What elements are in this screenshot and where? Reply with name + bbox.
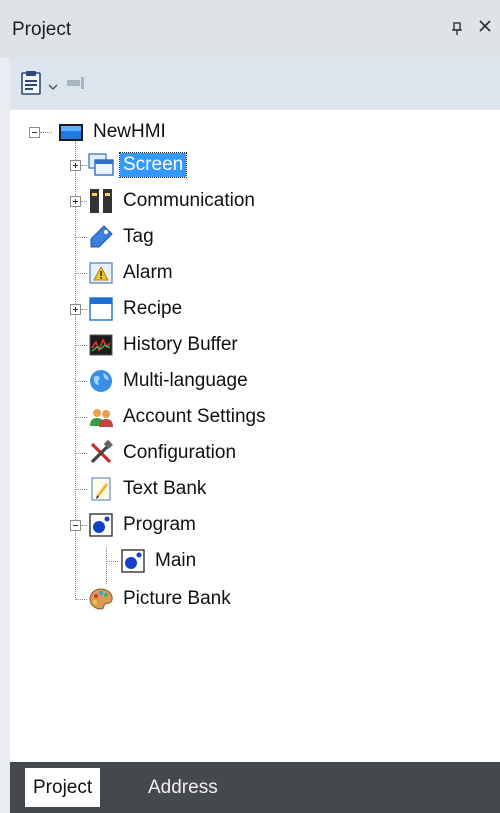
- tree-item-label: Configuration: [123, 442, 237, 463]
- screen-expander[interactable]: [70, 160, 81, 171]
- recipe-expander[interactable]: [70, 304, 81, 315]
- tree-item-label: Communication: [123, 190, 255, 211]
- tree-item-label: Alarm: [123, 262, 173, 283]
- tab-address[interactable]: Address: [140, 768, 226, 807]
- tree-item-communication[interactable]: Communication: [88, 186, 258, 216]
- screen-icon: [88, 152, 114, 178]
- globe-icon: [88, 368, 114, 394]
- tree-item-label: Program: [123, 514, 196, 535]
- tree-item-main[interactable]: Main: [120, 546, 199, 576]
- dropdown-arrow-icon[interactable]: [48, 78, 58, 96]
- tree-item-text-bank[interactable]: Text Bank: [88, 474, 209, 504]
- recipe-icon: [88, 296, 114, 322]
- close-icon[interactable]: [478, 16, 492, 39]
- history-buffer-icon: [88, 332, 114, 358]
- project-toolbar: [10, 58, 500, 110]
- tree-item-label: Account Settings: [123, 406, 266, 427]
- tree-item-label: Tag: [123, 226, 154, 247]
- pin-icon[interactable]: [451, 22, 463, 39]
- bottom-tab-bar: Project Address: [10, 762, 500, 813]
- users-icon: [88, 404, 114, 430]
- communication-expander[interactable]: [70, 196, 81, 207]
- program-icon: [120, 548, 146, 574]
- palette-icon: [88, 586, 114, 612]
- tree-item-multi-language[interactable]: Multi-language: [88, 366, 251, 396]
- tree-item-program[interactable]: Program: [88, 510, 199, 540]
- tree-item-label: Multi-language: [123, 370, 248, 391]
- tree-item-account-settings[interactable]: Account Settings: [88, 402, 269, 432]
- program-icon: [88, 512, 114, 538]
- tree-item-alarm[interactable]: Alarm: [88, 258, 176, 288]
- alarm-icon: [88, 260, 114, 286]
- project-tree: NewHMI Screen Communication Tag Alarm Re…: [10, 110, 500, 762]
- tree-item-recipe[interactable]: Recipe: [88, 294, 185, 324]
- root-expander[interactable]: [29, 127, 40, 138]
- tools-icon: [88, 439, 114, 466]
- panel-title: Project: [12, 19, 72, 40]
- program-branch-line: [106, 547, 107, 584]
- tree-item-configuration[interactable]: Configuration: [88, 438, 239, 468]
- panel-titlebar: Project: [0, 0, 500, 58]
- tree-item-label: Recipe: [123, 298, 183, 319]
- tree-item-picture-bank[interactable]: Picture Bank: [88, 584, 234, 614]
- tree-item-screen[interactable]: Screen: [88, 150, 188, 180]
- tree-item-label: Text Bank: [123, 478, 207, 499]
- tree-item-label: History Buffer: [123, 334, 238, 355]
- project-tree-panel: NewHMI Screen Communication Tag Alarm Re…: [10, 110, 500, 762]
- tab-project[interactable]: Project: [25, 768, 101, 807]
- program-expander[interactable]: [70, 520, 81, 531]
- tree-item-label: Screen: [118, 152, 188, 178]
- tag-icon: [88, 224, 114, 250]
- tree-item-tag[interactable]: Tag: [88, 222, 157, 252]
- tree-item-history-buffer[interactable]: History Buffer: [88, 330, 241, 360]
- tree-item-label: Picture Bank: [123, 588, 231, 609]
- tree-root-label: NewHMI: [93, 121, 166, 142]
- notepad-icon: [88, 476, 114, 502]
- tree-root[interactable]: NewHMI: [58, 117, 169, 147]
- restore-icon[interactable]: [66, 76, 88, 95]
- communication-icon: [88, 188, 114, 214]
- project-settings-icon[interactable]: [18, 70, 44, 101]
- tree-item-label: Main: [155, 550, 197, 571]
- hmi-icon: [58, 119, 84, 145]
